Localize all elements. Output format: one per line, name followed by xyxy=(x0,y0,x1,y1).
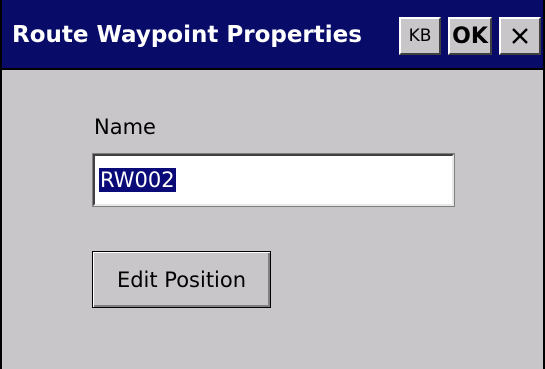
ok-button[interactable]: OK xyxy=(448,17,492,55)
keyboard-button[interactable]: KB xyxy=(399,17,441,55)
edit-position-button-label: Edit Position xyxy=(116,267,247,292)
edit-position-button[interactable]: Edit Position xyxy=(92,251,271,308)
ok-button-label: OK xyxy=(452,23,488,49)
title-bar: Route Waypoint Properties KB OK xyxy=(2,0,543,70)
name-input-value: RW002 xyxy=(99,168,176,192)
route-waypoint-properties-dialog: Route Waypoint Properties KB OK Name RW0… xyxy=(0,0,545,369)
name-label: Name xyxy=(94,115,156,139)
name-input[interactable]: RW002 xyxy=(92,153,455,207)
keyboard-button-label: KB xyxy=(408,26,432,46)
dialog-title: Route Waypoint Properties xyxy=(12,22,362,48)
close-button[interactable] xyxy=(499,17,541,55)
close-icon xyxy=(512,28,528,44)
